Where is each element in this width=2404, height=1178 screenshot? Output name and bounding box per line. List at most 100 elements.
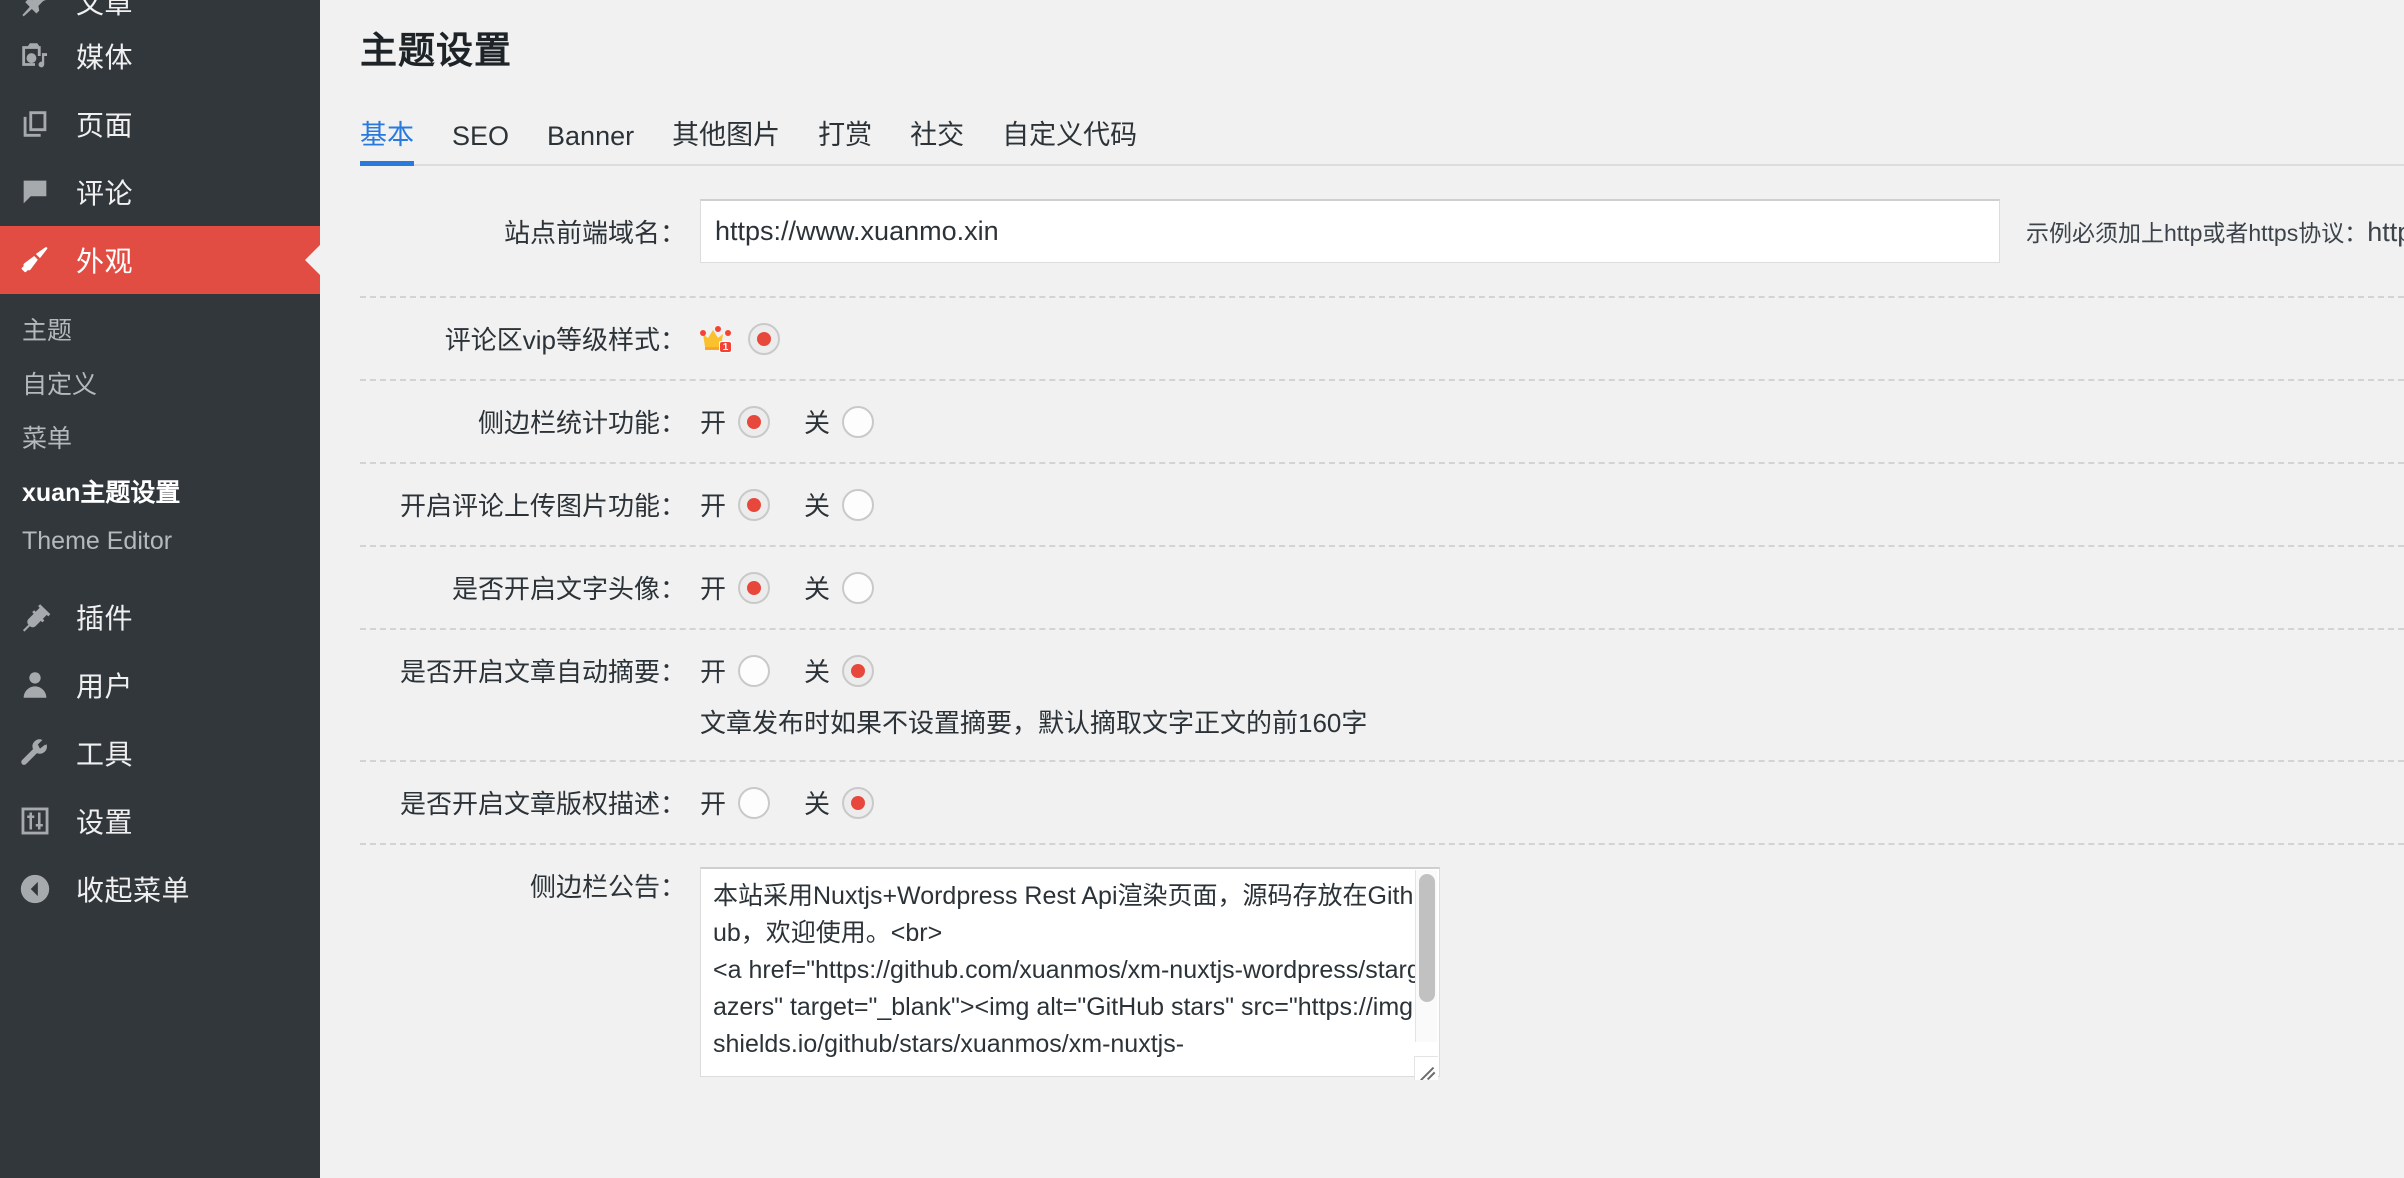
sidebar-stats-options: 开 关 xyxy=(700,403,908,440)
sidebar-item-posts[interactable]: 文章 xyxy=(0,0,320,22)
main-content: 主题设置 基本 SEO Banner 其他图片 打赏 社交 自定义代码 站点前端… xyxy=(320,0,2404,1178)
radio-on[interactable] xyxy=(738,654,771,687)
form-row-vip-style: 评论区vip等级样式： 1 xyxy=(360,298,2404,381)
text-avatar-option-on[interactable]: 开 xyxy=(700,569,771,606)
domain-input[interactable] xyxy=(700,199,2000,263)
tab-label: 基本 xyxy=(360,120,414,150)
copyright-desc-options: 开 关 xyxy=(700,784,908,821)
collapse-arrow-icon xyxy=(18,872,70,906)
option-label: 关 xyxy=(804,491,831,521)
radio-off[interactable] xyxy=(842,405,875,438)
radio-on[interactable] xyxy=(738,488,771,521)
radio-on[interactable] xyxy=(738,405,771,438)
submenu-item-label: 主题 xyxy=(22,317,73,345)
tab-custom-code[interactable]: 自定义代码 xyxy=(1002,113,1137,164)
sidebar-stats-option-off[interactable]: 关 xyxy=(804,403,875,440)
sidebar-item-label: 工具 xyxy=(76,739,134,770)
option-label: 关 xyxy=(804,408,831,438)
sidebar-item-pages[interactable]: 页面 xyxy=(0,90,320,158)
text-avatar-options: 开 关 xyxy=(700,569,908,606)
copyright-desc-label: 是否开启文章版权描述： xyxy=(399,789,686,819)
appearance-brush-icon xyxy=(18,243,70,277)
sidebar-item-label: 页面 xyxy=(76,110,134,141)
tab-label: 自定义代码 xyxy=(1002,120,1138,150)
settings-sliders-icon xyxy=(18,804,70,838)
submenu-item-xuan-theme-settings[interactable]: xuan主题设置 xyxy=(0,464,320,518)
radio-on[interactable] xyxy=(738,786,771,819)
tab-basic[interactable]: 基本 xyxy=(360,113,414,166)
sidebar-item-comments[interactable]: 评论 xyxy=(0,158,320,226)
vip-style-option[interactable]: 1 xyxy=(700,322,780,355)
vip-style-radio[interactable] xyxy=(748,322,780,355)
sidebar-item-label: 用户 xyxy=(76,671,134,702)
vip-style-label: 评论区vip等级样式： xyxy=(444,325,686,355)
tab-label: 其他图片 xyxy=(672,120,781,150)
crown-level-1-icon: 1 xyxy=(700,324,734,354)
sidebar-item-tools[interactable]: 工具 xyxy=(0,719,320,787)
admin-sidebar: 文章 媒体 页面 评论 外观 主题 自定义 菜单 xuan主题设置 Theme … xyxy=(0,0,320,1178)
tab-label: SEO xyxy=(452,121,510,151)
media-icon xyxy=(18,39,70,73)
auto-excerpt-options: 开 关 xyxy=(700,652,1367,689)
copyright-desc-option-on[interactable]: 开 xyxy=(700,784,771,821)
form-row-sidebar-notice: 侧边栏公告： 本站采用Nuxtjs+Wordpress Rest Api渲染页面… xyxy=(360,845,2404,1104)
sidebar-notice-textarea[interactable]: 本站采用Nuxtjs+Wordpress Rest Api渲染页面，源码存放在G… xyxy=(700,867,1440,1077)
radio-off[interactable] xyxy=(842,571,875,604)
form-row-domain: 站点前端域名： 示例必须加上http或者https协议：https://www.… xyxy=(360,166,2404,298)
radio-off[interactable] xyxy=(842,488,875,521)
domain-hint: 示例必须加上http或者https协议：https://www.xuanmo.x… xyxy=(2026,214,2404,248)
tab-label: 社交 xyxy=(910,120,965,150)
submenu-item-themes[interactable]: 主题 xyxy=(0,302,320,356)
radio-off[interactable] xyxy=(842,654,875,687)
submenu-item-label: 自定义 xyxy=(22,371,98,399)
textarea-scrollbar[interactable] xyxy=(1415,870,1437,1042)
tab-social[interactable]: 社交 xyxy=(910,113,964,164)
user-icon xyxy=(18,668,70,702)
sidebar-item-collapse-menu[interactable]: 收起菜单 xyxy=(0,855,320,923)
text-avatar-label: 是否开启文字头像： xyxy=(451,574,686,604)
sidebar-item-label: 设置 xyxy=(76,807,134,838)
option-label: 开 xyxy=(700,491,727,521)
submenu-item-label: xuan主题设置 xyxy=(22,479,181,507)
sidebar-item-plugins[interactable]: 插件 xyxy=(0,583,320,651)
sidebar-item-label: 插件 xyxy=(76,603,134,634)
form-row-comment-upload: 开启评论上传图片功能： 开 关 xyxy=(360,464,2404,547)
submenu-item-theme-editor[interactable]: Theme Editor xyxy=(0,518,320,565)
tab-reward[interactable]: 打赏 xyxy=(818,113,872,164)
radio-on[interactable] xyxy=(738,571,771,604)
submenu-item-label: 菜单 xyxy=(22,425,73,453)
sidebar-item-label: 文章 xyxy=(76,0,134,19)
submenu-item-customize[interactable]: 自定义 xyxy=(0,356,320,410)
submenu-item-menus[interactable]: 菜单 xyxy=(0,410,320,464)
option-label: 关 xyxy=(804,657,831,687)
option-label: 关 xyxy=(804,574,831,604)
plugin-icon xyxy=(18,600,70,634)
auto-excerpt-option-off[interactable]: 关 xyxy=(804,652,875,689)
text-avatar-option-off[interactable]: 关 xyxy=(804,569,875,606)
form-row-auto-excerpt: 是否开启文章自动摘要： 开 关 文章发布时如果不设置摘要，默认摘取文字正文的前1… xyxy=(360,630,2404,762)
submenu-item-label: Theme Editor xyxy=(22,527,173,555)
textarea-scrollbar-thumb[interactable] xyxy=(1419,874,1435,1002)
settings-form: 站点前端域名： 示例必须加上http或者https协议：https://www.… xyxy=(360,166,2404,1104)
sidebar-stats-option-on[interactable]: 开 xyxy=(700,403,771,440)
option-label: 开 xyxy=(700,408,727,438)
sidebar-item-users[interactable]: 用户 xyxy=(0,651,320,719)
sidebar-item-media[interactable]: 媒体 xyxy=(0,22,320,90)
option-label: 开 xyxy=(700,657,727,687)
tab-banner[interactable]: Banner xyxy=(547,121,634,164)
sidebar-item-label: 评论 xyxy=(76,178,134,209)
sidebar-item-settings[interactable]: 设置 xyxy=(0,787,320,855)
tab-other-images[interactable]: 其他图片 xyxy=(672,113,780,164)
appearance-submenu: 主题 自定义 菜单 xuan主题设置 Theme Editor xyxy=(0,294,320,583)
textarea-resize-handle[interactable] xyxy=(1414,1056,1438,1080)
comment-icon xyxy=(18,175,70,209)
sidebar-item-appearance[interactable]: 外观 xyxy=(0,226,320,294)
comment-upload-option-on[interactable]: 开 xyxy=(700,486,771,523)
svg-text:1: 1 xyxy=(723,342,729,353)
radio-off[interactable] xyxy=(842,786,875,819)
auto-excerpt-option-on[interactable]: 开 xyxy=(700,652,771,689)
copyright-desc-option-off[interactable]: 关 xyxy=(804,784,875,821)
tab-seo[interactable]: SEO xyxy=(452,121,509,164)
active-arrow-indicator xyxy=(305,244,320,276)
comment-upload-option-off[interactable]: 关 xyxy=(804,486,875,523)
